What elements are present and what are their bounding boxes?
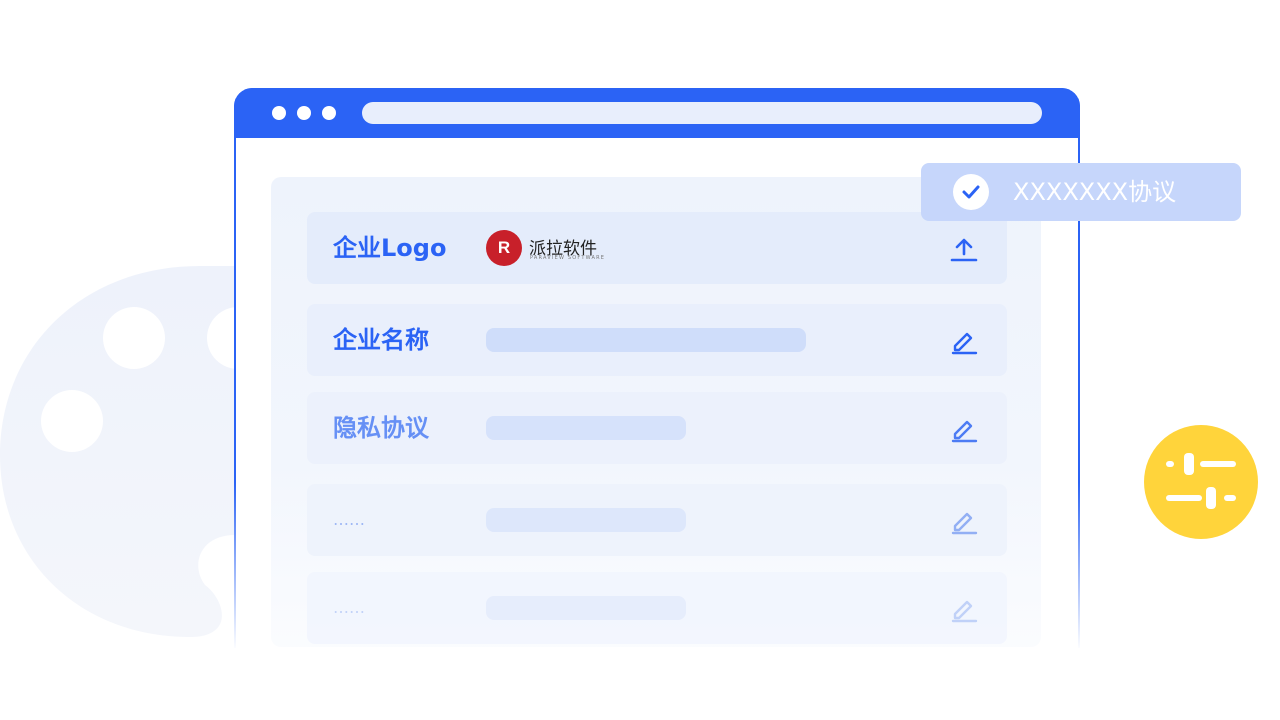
- form-row-logo: 企业Logo: [307, 212, 1007, 284]
- toast-text: XXXXXXX协议: [1013, 178, 1177, 206]
- input-placeholder-bar[interactable]: [486, 508, 686, 532]
- form-row-more: ……: [307, 572, 1007, 644]
- row-label: ……: [333, 598, 365, 617]
- form-row-privacy: 隐私协议: [307, 392, 1007, 464]
- logo-name-en: PARAVIEW SOFTWARE: [530, 255, 606, 261]
- edit-icon[interactable]: [949, 506, 979, 536]
- upload-icon[interactable]: [949, 234, 979, 264]
- row-label: ……: [333, 510, 365, 529]
- input-placeholder-bar[interactable]: [486, 328, 806, 352]
- input-placeholder-bar[interactable]: [486, 596, 686, 620]
- row-label: 隐私协议: [333, 414, 429, 442]
- form-row-company-name: 企业名称: [307, 304, 1007, 376]
- form-row-more: ……: [307, 484, 1007, 556]
- window-control-dot[interactable]: [322, 106, 336, 120]
- sliders-icon[interactable]: [1144, 425, 1258, 539]
- browser-titlebar: [234, 88, 1080, 138]
- company-logo: R 派拉软件 PARAVIEW SOFTWARE: [486, 230, 606, 268]
- row-label: 企业Logo: [333, 234, 447, 262]
- check-circle-icon: [953, 174, 989, 210]
- edit-icon[interactable]: [949, 326, 979, 356]
- edit-icon[interactable]: [949, 594, 979, 624]
- address-bar[interactable]: [362, 102, 1042, 124]
- window-control-dot[interactable]: [297, 106, 311, 120]
- logo-mark: R: [486, 230, 522, 266]
- edit-icon[interactable]: [949, 414, 979, 444]
- input-placeholder-bar[interactable]: [486, 416, 686, 440]
- row-label: 企业名称: [333, 326, 429, 354]
- agreement-toast: XXXXXXX协议: [921, 163, 1241, 221]
- window-control-dot[interactable]: [272, 106, 286, 120]
